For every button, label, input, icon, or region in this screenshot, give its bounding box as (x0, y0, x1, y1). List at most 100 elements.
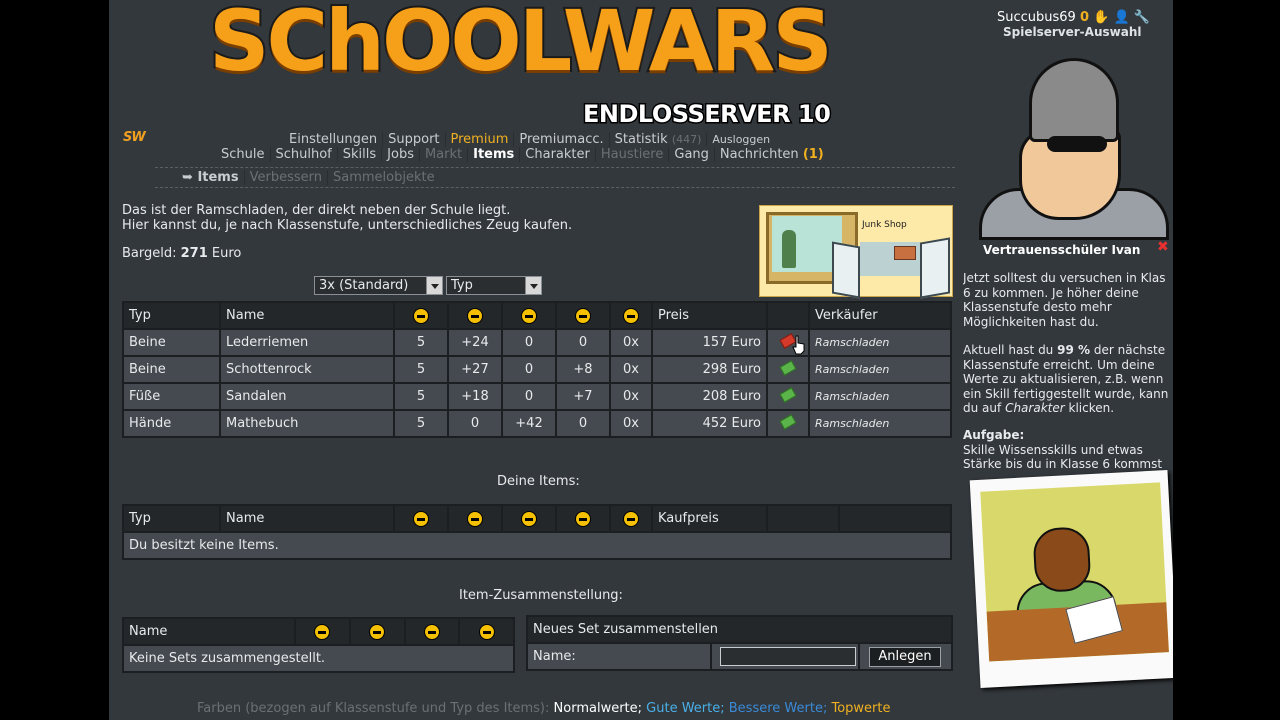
shop-sign: Junk Shop (862, 220, 907, 230)
col-stat-5[interactable] (611, 303, 651, 328)
nav-nachrichten[interactable]: Nachrichten (1) (713, 147, 829, 162)
col-name: Name (124, 619, 294, 644)
nav-jobs[interactable]: Jobs (381, 147, 419, 162)
ivan-glasses (1047, 136, 1107, 152)
buy-icon (779, 387, 797, 403)
buy-button[interactable] (768, 411, 808, 436)
cash-value: 271 (180, 246, 208, 261)
cell-seller[interactable]: Ramschladen (810, 330, 950, 355)
col-stat-4[interactable] (557, 303, 609, 328)
subnav-items-label: Items (197, 170, 239, 185)
legend-normal: Normalwerte; (553, 701, 643, 716)
ivan-beanie (1029, 58, 1119, 142)
buy-button[interactable] (768, 384, 808, 409)
divider (155, 167, 955, 168)
cell-preis: 157 Euro (653, 330, 766, 355)
chevron-down-icon (525, 277, 541, 294)
set-name-input[interactable] (720, 647, 856, 666)
nav-support[interactable]: Support (382, 132, 444, 147)
col-action (768, 506, 838, 531)
legend-besser: Bessere Werte; (728, 701, 828, 716)
nav-skills[interactable]: Skills (336, 147, 381, 162)
ivan-p2-line: Werte zu aktualisieren, z.B. wenn (963, 372, 1164, 386)
close-icon[interactable]: ✖ (1157, 239, 1169, 255)
nav-schule[interactable]: Schule (216, 147, 270, 162)
page: SChOOLWARS ENDLOSSERVER 10 SW Einstellun… (109, 0, 1173, 720)
ivan-p2-line: Klassenstufe erreicht. Um deine (963, 357, 1155, 372)
user-icon[interactable]: 👤 (1114, 10, 1130, 25)
nav-markt[interactable]: Markt (418, 147, 467, 162)
server-select[interactable]: Spielserver-Auswahl (1003, 25, 1141, 39)
col-typ[interactable]: Typ (124, 303, 219, 328)
nav-items[interactable]: Items (467, 147, 519, 162)
nav-charakter[interactable]: Charakter (519, 147, 595, 162)
cash: Bargeld: 271 Euro (122, 246, 241, 261)
stat-4-icon (478, 623, 495, 640)
cell-typ: Beine (124, 357, 219, 382)
cell-stat-4: +8 (557, 357, 609, 382)
col-preis[interactable]: Preis (653, 303, 766, 328)
ivan-p1-line: 6 zu kommen. Je höher deine (963, 285, 1139, 300)
nav-statistik[interactable]: Statistik (447) (608, 132, 707, 147)
quantity-select[interactable]: 3x (Standard) (314, 276, 443, 295)
shop-table: Typ Name Preis Verkäufer Beine Lederriem… (122, 301, 952, 438)
col-stat-5 (611, 506, 651, 531)
table-header: Name (124, 619, 513, 644)
cell-stat-5: 0x (611, 384, 651, 409)
legend-gut: Gute Werte; (646, 701, 725, 716)
stat-4-icon (575, 307, 591, 324)
subnav-sammelobjekte[interactable]: Sammelobjekte (326, 170, 440, 185)
nav-ausloggen[interactable]: Ausloggen (706, 133, 775, 146)
username[interactable]: Succubus69 (997, 10, 1076, 25)
col-name[interactable]: Name (221, 303, 393, 328)
nav-einstellungen[interactable]: Einstellungen (284, 132, 382, 147)
shop-door-right (920, 237, 950, 299)
ivan-paragraph-1: Jetzt solltest du versuchen in Klas 6 zu… (963, 271, 1173, 329)
cell-name: Mathebuch (221, 411, 393, 436)
color-legend: Farben (bezogen auf Klassenstufe und Typ… (197, 701, 890, 716)
nav-gang[interactable]: Gang (668, 147, 714, 162)
col-verkaeufer[interactable]: Verkäufer (810, 303, 950, 328)
subnav-items[interactable]: ➥ Items (177, 170, 244, 185)
subnav-verbessern[interactable]: Verbessern (243, 170, 327, 185)
stat-1-icon (314, 623, 331, 640)
cell-stat-4: +7 (557, 384, 609, 409)
divider (155, 187, 955, 188)
col-stat-1[interactable] (395, 303, 447, 328)
thumb-icon[interactable]: ✋ (1093, 10, 1109, 25)
col-extra (840, 506, 950, 531)
nav-premiumacc[interactable]: Premiumacc. (513, 132, 608, 147)
nav-statistik-label: Statistik (614, 132, 668, 147)
anlegen-button[interactable]: Anlegen (869, 647, 941, 667)
table-row: Beine Lederriemen 5 +24 0 0 0x 157 Euro … (124, 330, 950, 355)
cell-stat-3: 0 (503, 384, 555, 409)
type-select-value: Typ (451, 278, 473, 293)
ivan-task: Aufgabe: Skille Wissensskills und etwas … (963, 428, 1173, 472)
cell-name: Sandalen (221, 384, 393, 409)
charakter-link[interactable]: Charakter (1005, 401, 1065, 415)
wrench-icon[interactable]: 🔧 (1134, 10, 1150, 25)
sw-badge: SW (123, 130, 146, 145)
cell-seller[interactable]: Ramschladen (810, 384, 950, 409)
col-stat-3[interactable] (503, 303, 555, 328)
nav-schulhof[interactable]: Schulhof (269, 147, 337, 162)
ivan-portrait (979, 58, 1169, 240)
legend-prefix: Farben (bezogen auf Klassenstufe und Typ… (197, 701, 550, 716)
logo[interactable]: SChOOLWARS ENDLOSSERVER 10 (207, 0, 869, 130)
col-buy (768, 303, 808, 328)
stat-1-icon (413, 510, 429, 527)
ivan-p2-first-line: Aktuell hast du 99 % der nächste (963, 343, 1173, 358)
cell-seller[interactable]: Ramschladen (810, 357, 950, 382)
col-stat-2[interactable] (449, 303, 501, 328)
user-count: 0 (1079, 10, 1090, 25)
buy-button[interactable] (768, 357, 808, 382)
col-stat-4 (460, 619, 513, 644)
stat-5-icon (623, 307, 639, 324)
nav-haustiere[interactable]: Haustiere (594, 147, 669, 162)
cell-seller[interactable]: Ramschladen (810, 411, 950, 436)
type-select[interactable]: Typ (446, 276, 542, 295)
sub-nav: ➥ Items Verbessern Sammelobjekte (177, 170, 440, 185)
task-title: Aufgabe: (963, 428, 1025, 442)
nav-premium[interactable]: Premium (444, 132, 514, 147)
empty-message: Du besitzt keine Items. (124, 533, 950, 558)
